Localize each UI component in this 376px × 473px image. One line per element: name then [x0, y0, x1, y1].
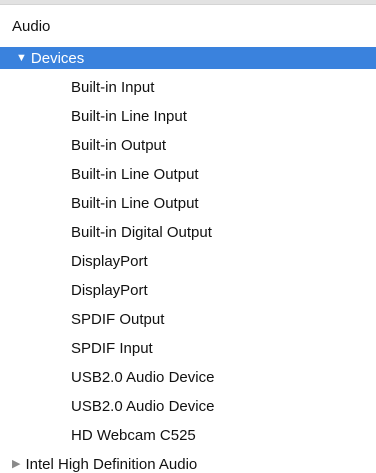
list-item[interactable]: Built-in Digital Output: [0, 218, 376, 247]
tree-group-label: Intel High Definition Audio: [25, 455, 198, 473]
section-title: Audio: [12, 17, 51, 35]
list-item[interactable]: Built-in Input: [0, 73, 376, 102]
disclosure-triangle-right-icon[interactable]: ▶: [12, 458, 20, 470]
list-item[interactable]: Built-in Line Output: [0, 160, 376, 189]
tree-group-devices[interactable]: ▼ Devices: [0, 47, 376, 69]
list-item[interactable]: SPDIF Input: [0, 334, 376, 363]
list-item[interactable]: USB2.0 Audio Device: [0, 363, 376, 392]
list-item[interactable]: Built-in Line Input: [0, 102, 376, 131]
list-item[interactable]: Built-in Output: [0, 131, 376, 160]
device-list: Built-in Input Built-in Line Input Built…: [0, 69, 376, 450]
list-item[interactable]: HD Webcam C525: [0, 421, 376, 450]
list-item[interactable]: USB2.0 Audio Device: [0, 392, 376, 421]
disclosure-triangle-down-icon[interactable]: ▼: [16, 52, 27, 64]
list-item[interactable]: DisplayPort: [0, 247, 376, 276]
list-item[interactable]: DisplayPort: [0, 276, 376, 305]
list-item[interactable]: SPDIF Output: [0, 305, 376, 334]
audio-tree-panel: Audio ▼ Devices Built-in Input Built-in …: [0, 0, 376, 473]
list-item[interactable]: Built-in Line Output: [0, 189, 376, 218]
tree-group-intel-hda[interactable]: ▶ Intel High Definition Audio: [0, 450, 376, 473]
tree-group-label: Devices: [30, 49, 85, 67]
